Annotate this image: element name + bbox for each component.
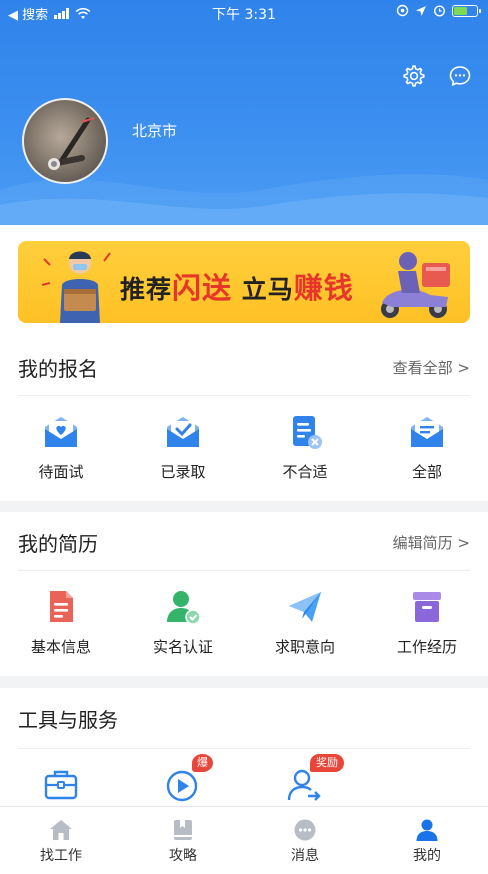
resume-item-basic-info[interactable]: 基本信息 <box>0 588 122 657</box>
status-bar: ◀ 搜索 下午 3:31 <box>0 0 488 24</box>
avatar[interactable] <box>22 98 108 184</box>
resume-section: 我的简历 编辑简历 > 基本信息 实名认证 求职意向 工作经历 <box>0 512 488 676</box>
tab-label: 我的 <box>413 848 441 864</box>
battery-icon <box>452 4 481 17</box>
divider <box>18 395 470 396</box>
view-all-applications-link[interactable]: 查看全部 > <box>393 357 470 378</box>
banner-text-instantly: 立马 <box>241 275 294 304</box>
banner-text-recommend: 推荐 <box>120 275 173 304</box>
document-x-icon <box>293 416 322 449</box>
envelope-heart-icon <box>45 417 77 447</box>
tool-item-jobs[interactable] <box>0 766 122 804</box>
edit-resume-link[interactable]: 编辑简历 > <box>393 532 470 553</box>
archive-box-icon <box>413 592 441 622</box>
screen-lock-icon <box>396 4 409 17</box>
resume-item-label: 工作经历 <box>396 638 457 656</box>
application-item-all[interactable]: 全部 <box>366 413 488 482</box>
hot-badge: 爆 <box>192 754 213 772</box>
resume-item-label: 基本信息 <box>30 638 91 656</box>
reward-badge: 奖励 <box>310 754 344 772</box>
message-bubble-icon[interactable] <box>448 64 472 88</box>
book-icon <box>174 820 192 840</box>
application-item-label: 全部 <box>411 463 442 481</box>
home-icon <box>50 820 72 840</box>
applications-title: 我的报名 <box>18 357 98 381</box>
promo-banner[interactable]: 推荐闪送 立马赚钱 <box>18 241 470 323</box>
verified-user-icon <box>167 591 201 625</box>
chat-icon <box>294 819 316 841</box>
tab-messages[interactable]: 消息 <box>244 807 366 874</box>
profile-header: ◀ 搜索 下午 3:31 北京市 <box>0 0 488 225</box>
location-arrow-icon <box>416 5 426 16</box>
alarm-icon <box>433 5 446 17</box>
tab-find-job[interactable]: 找工作 <box>0 807 122 874</box>
resume-item-verification[interactable]: 实名认证 <box>122 588 244 657</box>
applications-section: 我的报名 查看全部 > 待面试 已录取 不合适 全部 <box>0 339 488 501</box>
application-item-label: 已录取 <box>160 463 206 481</box>
tab-label: 消息 <box>291 848 319 864</box>
resume-title: 我的简历 <box>18 532 98 556</box>
resume-item-label: 实名认证 <box>152 638 213 656</box>
tool-item-referral[interactable]: 奖励 <box>244 754 366 804</box>
bottom-tab-bar: 找工作 攻略 消息 我的 <box>0 806 488 874</box>
application-item-label: 待面试 <box>38 463 84 481</box>
resume-item-work-experience[interactable]: 工作经历 <box>366 588 488 657</box>
city-label[interactable]: 北京市 <box>132 120 177 141</box>
envelope-check-icon <box>167 417 199 447</box>
paper-plane-icon <box>289 592 321 622</box>
resume-item-label: 求职意向 <box>274 638 335 656</box>
settings-gear-icon[interactable] <box>402 64 426 88</box>
tab-label: 找工作 <box>40 848 82 864</box>
banner-text-brand: 闪送 <box>172 271 233 305</box>
briefcase-icon <box>44 770 78 800</box>
profile-document-icon <box>50 591 73 622</box>
application-item-label: 不合适 <box>282 463 328 481</box>
tab-mine[interactable]: 我的 <box>366 807 488 874</box>
application-item-accepted[interactable]: 已录取 <box>122 413 244 482</box>
banner-courier-illustration <box>41 251 111 323</box>
application-item-rejected[interactable]: 不合适 <box>244 413 366 482</box>
envelope-list-icon <box>411 417 443 447</box>
tab-label: 攻略 <box>169 848 197 864</box>
tool-item-video[interactable]: 爆 <box>122 754 244 804</box>
tab-guide[interactable]: 攻略 <box>122 807 244 874</box>
banner-text-earn: 赚钱 <box>293 271 354 305</box>
tools-section: 工具与服务 爆 奖励 <box>0 688 488 806</box>
tools-title: 工具与服务 <box>18 708 118 732</box>
banner-headline: 推荐闪送 立马赚钱 <box>120 265 354 307</box>
divider <box>18 570 470 571</box>
person-icon <box>416 819 438 841</box>
avatar-photo-scooter <box>48 117 95 170</box>
resume-item-job-intention[interactable]: 求职意向 <box>244 588 366 657</box>
tool-item-empty <box>366 766 488 804</box>
divider <box>18 748 470 749</box>
application-item-pending-interview[interactable]: 待面试 <box>0 413 122 482</box>
banner-scooter-rider-illustration <box>381 252 450 318</box>
